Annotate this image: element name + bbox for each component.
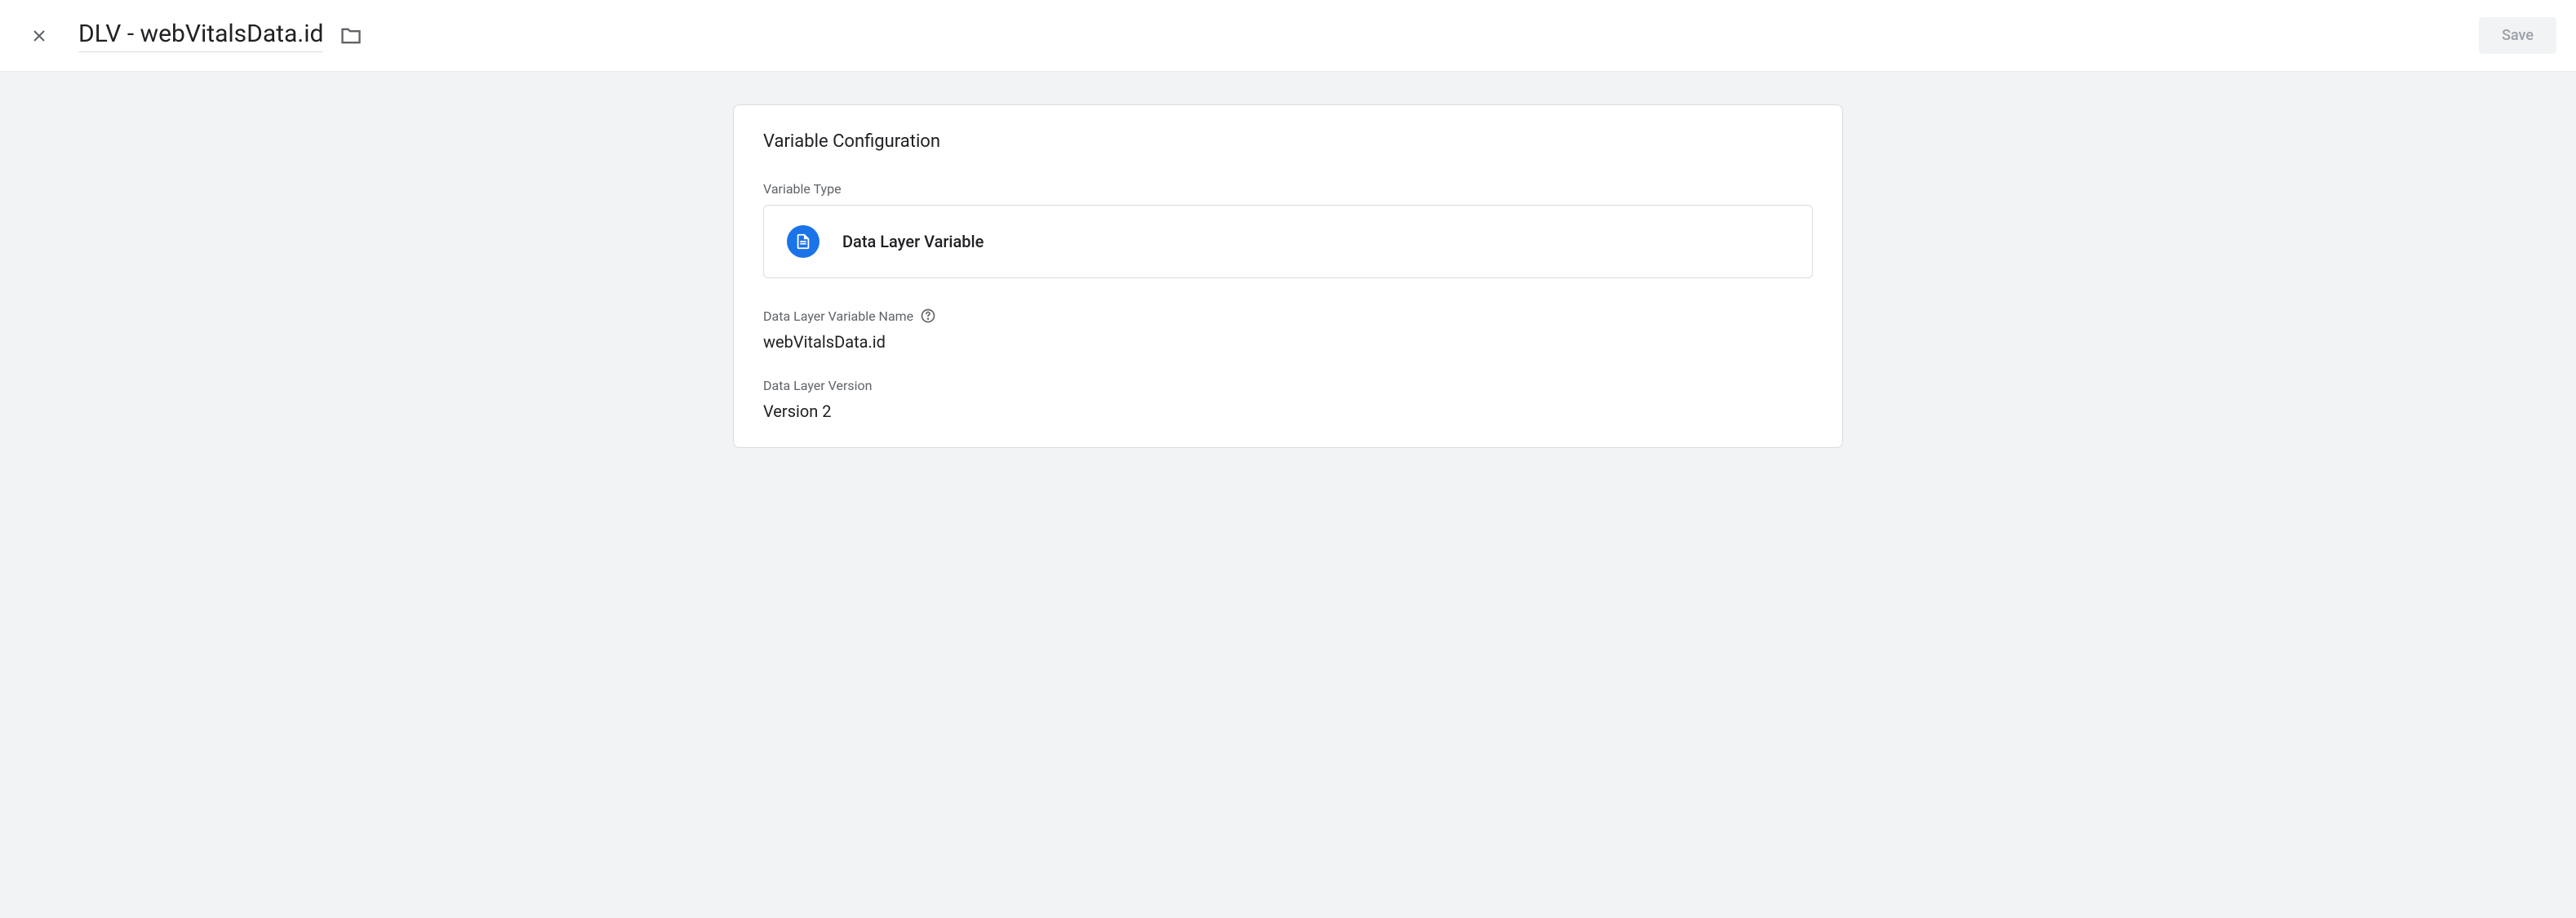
variable-type-value: Data Layer Variable	[842, 232, 984, 251]
variable-type-label: Variable Type	[763, 181, 1813, 197]
close-button[interactable]	[20, 16, 59, 55]
document-icon	[794, 233, 812, 251]
variable-name-value: webVitalsData.id	[763, 332, 1813, 352]
variable-type-selector[interactable]: Data Layer Variable	[763, 205, 1813, 278]
data-layer-icon-container	[787, 225, 819, 258]
content-area: Variable Configuration Variable Type Dat…	[0, 72, 2576, 918]
title-container: DLV - webVitalsData.id	[78, 20, 2479, 52]
help-button[interactable]	[920, 308, 936, 324]
help-icon	[920, 308, 936, 324]
close-icon	[29, 26, 49, 46]
variable-name-label: Data Layer Variable Name	[763, 308, 1813, 324]
editor-header: DLV - webVitalsData.id Save	[0, 0, 2576, 72]
folder-button[interactable]	[340, 24, 362, 47]
save-button[interactable]: Save	[2479, 17, 2556, 54]
variable-configuration-card: Variable Configuration Variable Type Dat…	[733, 104, 1843, 448]
version-value: Version 2	[763, 401, 1813, 421]
card-title: Variable Configuration	[763, 131, 1813, 152]
variable-title[interactable]: DLV - webVitalsData.id	[78, 20, 323, 52]
folder-icon	[340, 24, 362, 47]
version-label: Data Layer Version	[763, 378, 1813, 393]
